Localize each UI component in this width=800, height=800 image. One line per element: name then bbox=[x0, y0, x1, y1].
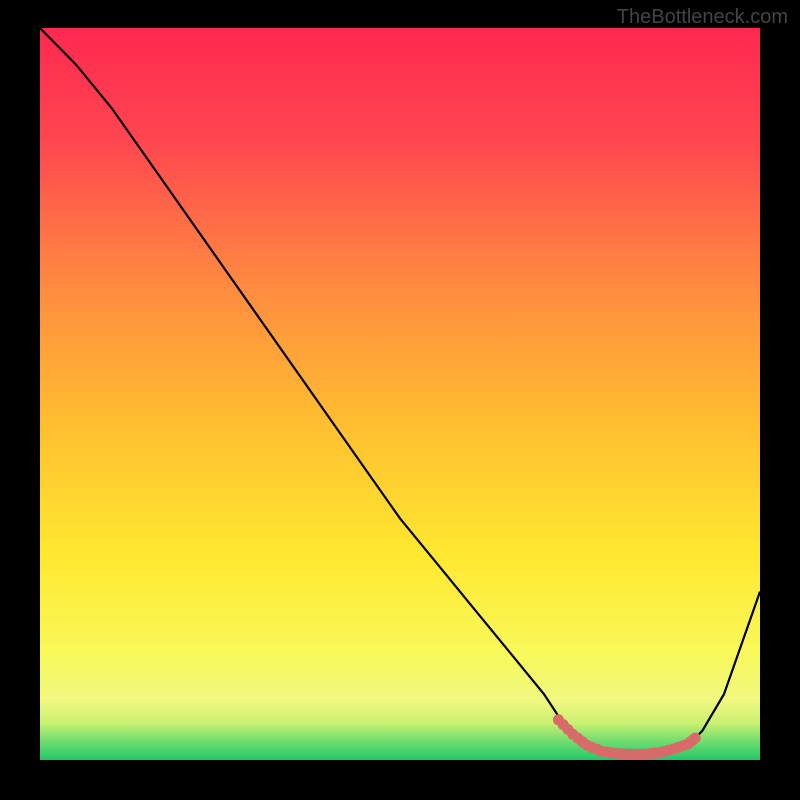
chart-container: TheBottleneck.com bbox=[0, 0, 800, 800]
bottleneck-curve bbox=[40, 28, 760, 755]
watermark-text: TheBottleneck.com bbox=[617, 6, 788, 29]
plot-area bbox=[40, 28, 760, 760]
highlighted-segment bbox=[553, 714, 701, 759]
curve-overlay bbox=[40, 28, 760, 760]
